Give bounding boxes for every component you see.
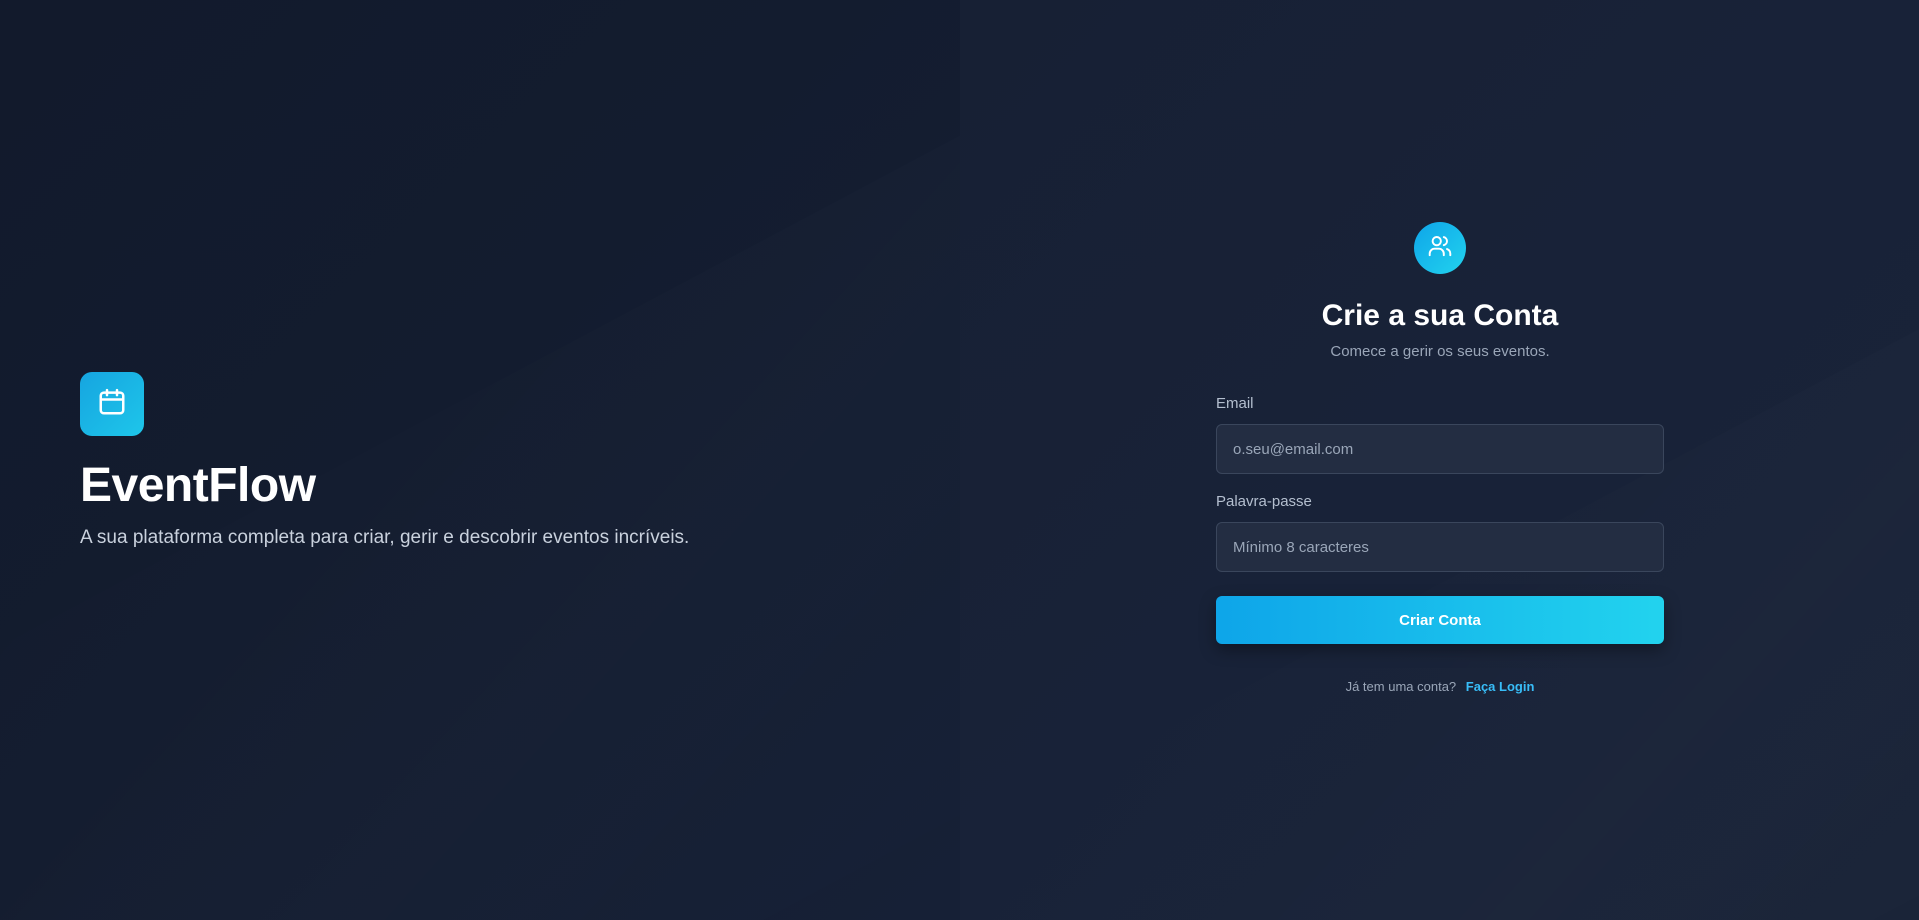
form-subtitle: Comece a gerir os seus eventos. (1330, 343, 1550, 360)
login-link[interactable]: Faça Login (1466, 679, 1535, 694)
brand-tagline: A sua plataforma completa para criar, ge… (80, 527, 690, 548)
signup-panel: Crie a sua Conta Comece a gerir os seus … (960, 0, 1919, 920)
brand-logo (80, 372, 144, 436)
password-input[interactable] (1216, 522, 1664, 572)
brand-panel: EventFlow A sua plataforma completa para… (0, 0, 960, 920)
users-icon (1427, 233, 1453, 264)
login-row: Já tem uma conta? Faça Login (1216, 678, 1664, 696)
create-account-button[interactable]: Criar Conta (1216, 596, 1664, 644)
form-title: Crie a sua Conta (1321, 299, 1559, 332)
signup-page: EventFlow A sua plataforma completa para… (0, 0, 1919, 920)
email-input[interactable] (1216, 424, 1664, 474)
email-label: Email (1216, 395, 1254, 412)
form-icon-badge (1414, 222, 1466, 274)
brand-name: EventFlow (80, 459, 316, 512)
login-prompt: Já tem uma conta? (1345, 679, 1457, 694)
password-label: Palavra-passe (1216, 493, 1312, 510)
calendar-icon (97, 387, 127, 422)
signup-form: Crie a sua Conta Comece a gerir os seus … (1216, 222, 1664, 696)
brand-block: EventFlow A sua plataforma completa para… (80, 372, 689, 550)
